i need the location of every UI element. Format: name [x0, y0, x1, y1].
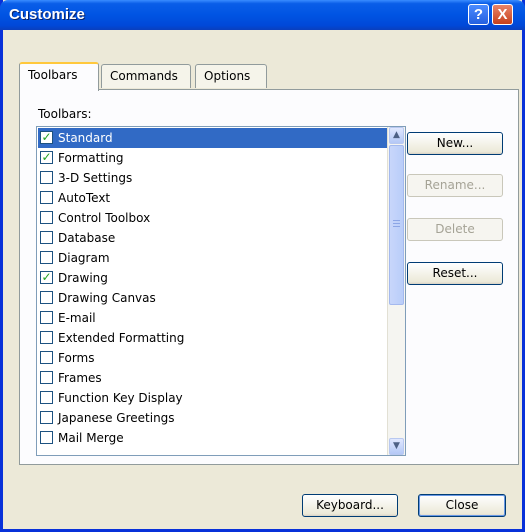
toolbar-list-item[interactable]: ✓ Drawing [38, 268, 387, 288]
toolbar-name: Frames [58, 371, 102, 385]
new-toolbar-button[interactable]: New... [407, 132, 503, 155]
checkbox-unchecked-icon[interactable] [40, 411, 53, 424]
customize-dialog: Customize ? X Toolbars Commands Options … [0, 0, 525, 532]
toolbar-name: Mail Merge [58, 431, 124, 445]
tab-toolbars[interactable]: Toolbars [19, 62, 99, 91]
checkbox-unchecked-icon[interactable] [40, 391, 53, 404]
checkbox-unchecked-icon[interactable] [40, 291, 53, 304]
checkbox-unchecked-icon[interactable] [40, 351, 53, 364]
checkbox-unchecked-icon[interactable] [40, 431, 53, 444]
scroll-up-arrow-icon[interactable]: ▲ [389, 127, 404, 144]
close-window-button[interactable]: X [492, 4, 513, 25]
scrollbar-thumb[interactable] [389, 145, 404, 305]
delete-toolbar-button[interactable]: Delete [407, 218, 503, 241]
rename-toolbar-button[interactable]: Rename... [407, 174, 503, 197]
close-button[interactable]: Close [418, 494, 506, 517]
thumb-grip [393, 226, 400, 227]
checkbox-unchecked-icon[interactable] [40, 211, 53, 224]
toolbar-list-item[interactable]: Frames [38, 368, 387, 388]
toolbar-list-item[interactable]: Mail Merge [38, 428, 387, 448]
checkbox-unchecked-icon[interactable] [40, 231, 53, 244]
toolbar-list-item[interactable]: 3-D Settings [38, 168, 387, 188]
tab-options[interactable]: Options [195, 64, 267, 88]
checkbox-checked-icon[interactable]: ✓ [40, 131, 53, 144]
toolbars-panel: Toolbars: ✓ Standard ✓ Formatting 3-D Settin… [19, 89, 519, 465]
toolbar-name: Function Key Display [58, 391, 183, 405]
toolbar-name: Database [58, 231, 116, 245]
toolbar-name: Forms [58, 351, 95, 365]
toolbar-name: Standard [58, 131, 113, 145]
thumb-grip [393, 220, 400, 221]
checkbox-checked-icon[interactable]: ✓ [40, 271, 53, 284]
toolbar-name: Formatting [58, 151, 124, 165]
checkbox-unchecked-icon[interactable] [40, 331, 53, 344]
help-button[interactable]: ? [468, 4, 489, 25]
title-bar[interactable]: Customize ? X [0, 0, 525, 30]
thumb-grip [393, 223, 400, 224]
toolbars-listbox[interactable]: ✓ Standard ✓ Formatting 3-D Settings AutoText… [36, 126, 406, 456]
toolbar-name: Drawing Canvas [58, 291, 156, 305]
toolbar-list-item[interactable]: ✓ Formatting [38, 148, 387, 168]
reset-toolbar-button[interactable]: Reset... [407, 262, 503, 285]
toolbar-name: Diagram [58, 251, 110, 265]
toolbar-list-item[interactable]: Database [38, 228, 387, 248]
toolbar-name: E-mail [58, 311, 96, 325]
toolbar-list-item[interactable]: Drawing Canvas [38, 288, 387, 308]
toolbar-name: Control Toolbox [58, 211, 151, 225]
toolbar-list-item[interactable]: Japanese Greetings [38, 408, 387, 428]
toolbar-list-item[interactable]: Forms [38, 348, 387, 368]
toolbar-name: AutoText [58, 191, 111, 205]
toolbar-list-item[interactable]: Extended Formatting [38, 328, 387, 348]
checkbox-unchecked-icon[interactable] [40, 191, 53, 204]
tab-commands[interactable]: Commands [101, 64, 191, 88]
toolbar-name: Extended Formatting [58, 331, 185, 345]
toolbar-list-item[interactable]: Control Toolbox [38, 208, 387, 228]
toolbar-list-item[interactable]: Diagram [38, 248, 387, 268]
checkbox-unchecked-icon[interactable] [40, 371, 53, 384]
toolbar-list-item[interactable]: Function Key Display [38, 388, 387, 408]
checkbox-unchecked-icon[interactable] [40, 311, 53, 324]
toolbar-list-item[interactable]: ✓ Standard [38, 128, 387, 148]
checkbox-unchecked-icon[interactable] [40, 171, 53, 184]
keyboard-button[interactable]: Keyboard... [302, 494, 398, 517]
toolbars-list-label: Toolbars: [38, 107, 92, 121]
checkbox-checked-icon[interactable]: ✓ [40, 151, 53, 164]
vertical-scrollbar[interactable]: ▲ ▼ [387, 127, 405, 455]
toolbar-list-item[interactable]: AutoText [38, 188, 387, 208]
scroll-down-arrow-icon[interactable]: ▼ [389, 438, 404, 455]
toolbar-name: 3-D Settings [58, 171, 133, 185]
toolbar-name: Japanese Greetings [58, 411, 175, 425]
toolbar-list-item[interactable]: E-mail [38, 308, 387, 328]
dialog-title: Customize [9, 6, 85, 23]
checkbox-unchecked-icon[interactable] [40, 251, 53, 264]
toolbar-name: Drawing [58, 271, 108, 285]
